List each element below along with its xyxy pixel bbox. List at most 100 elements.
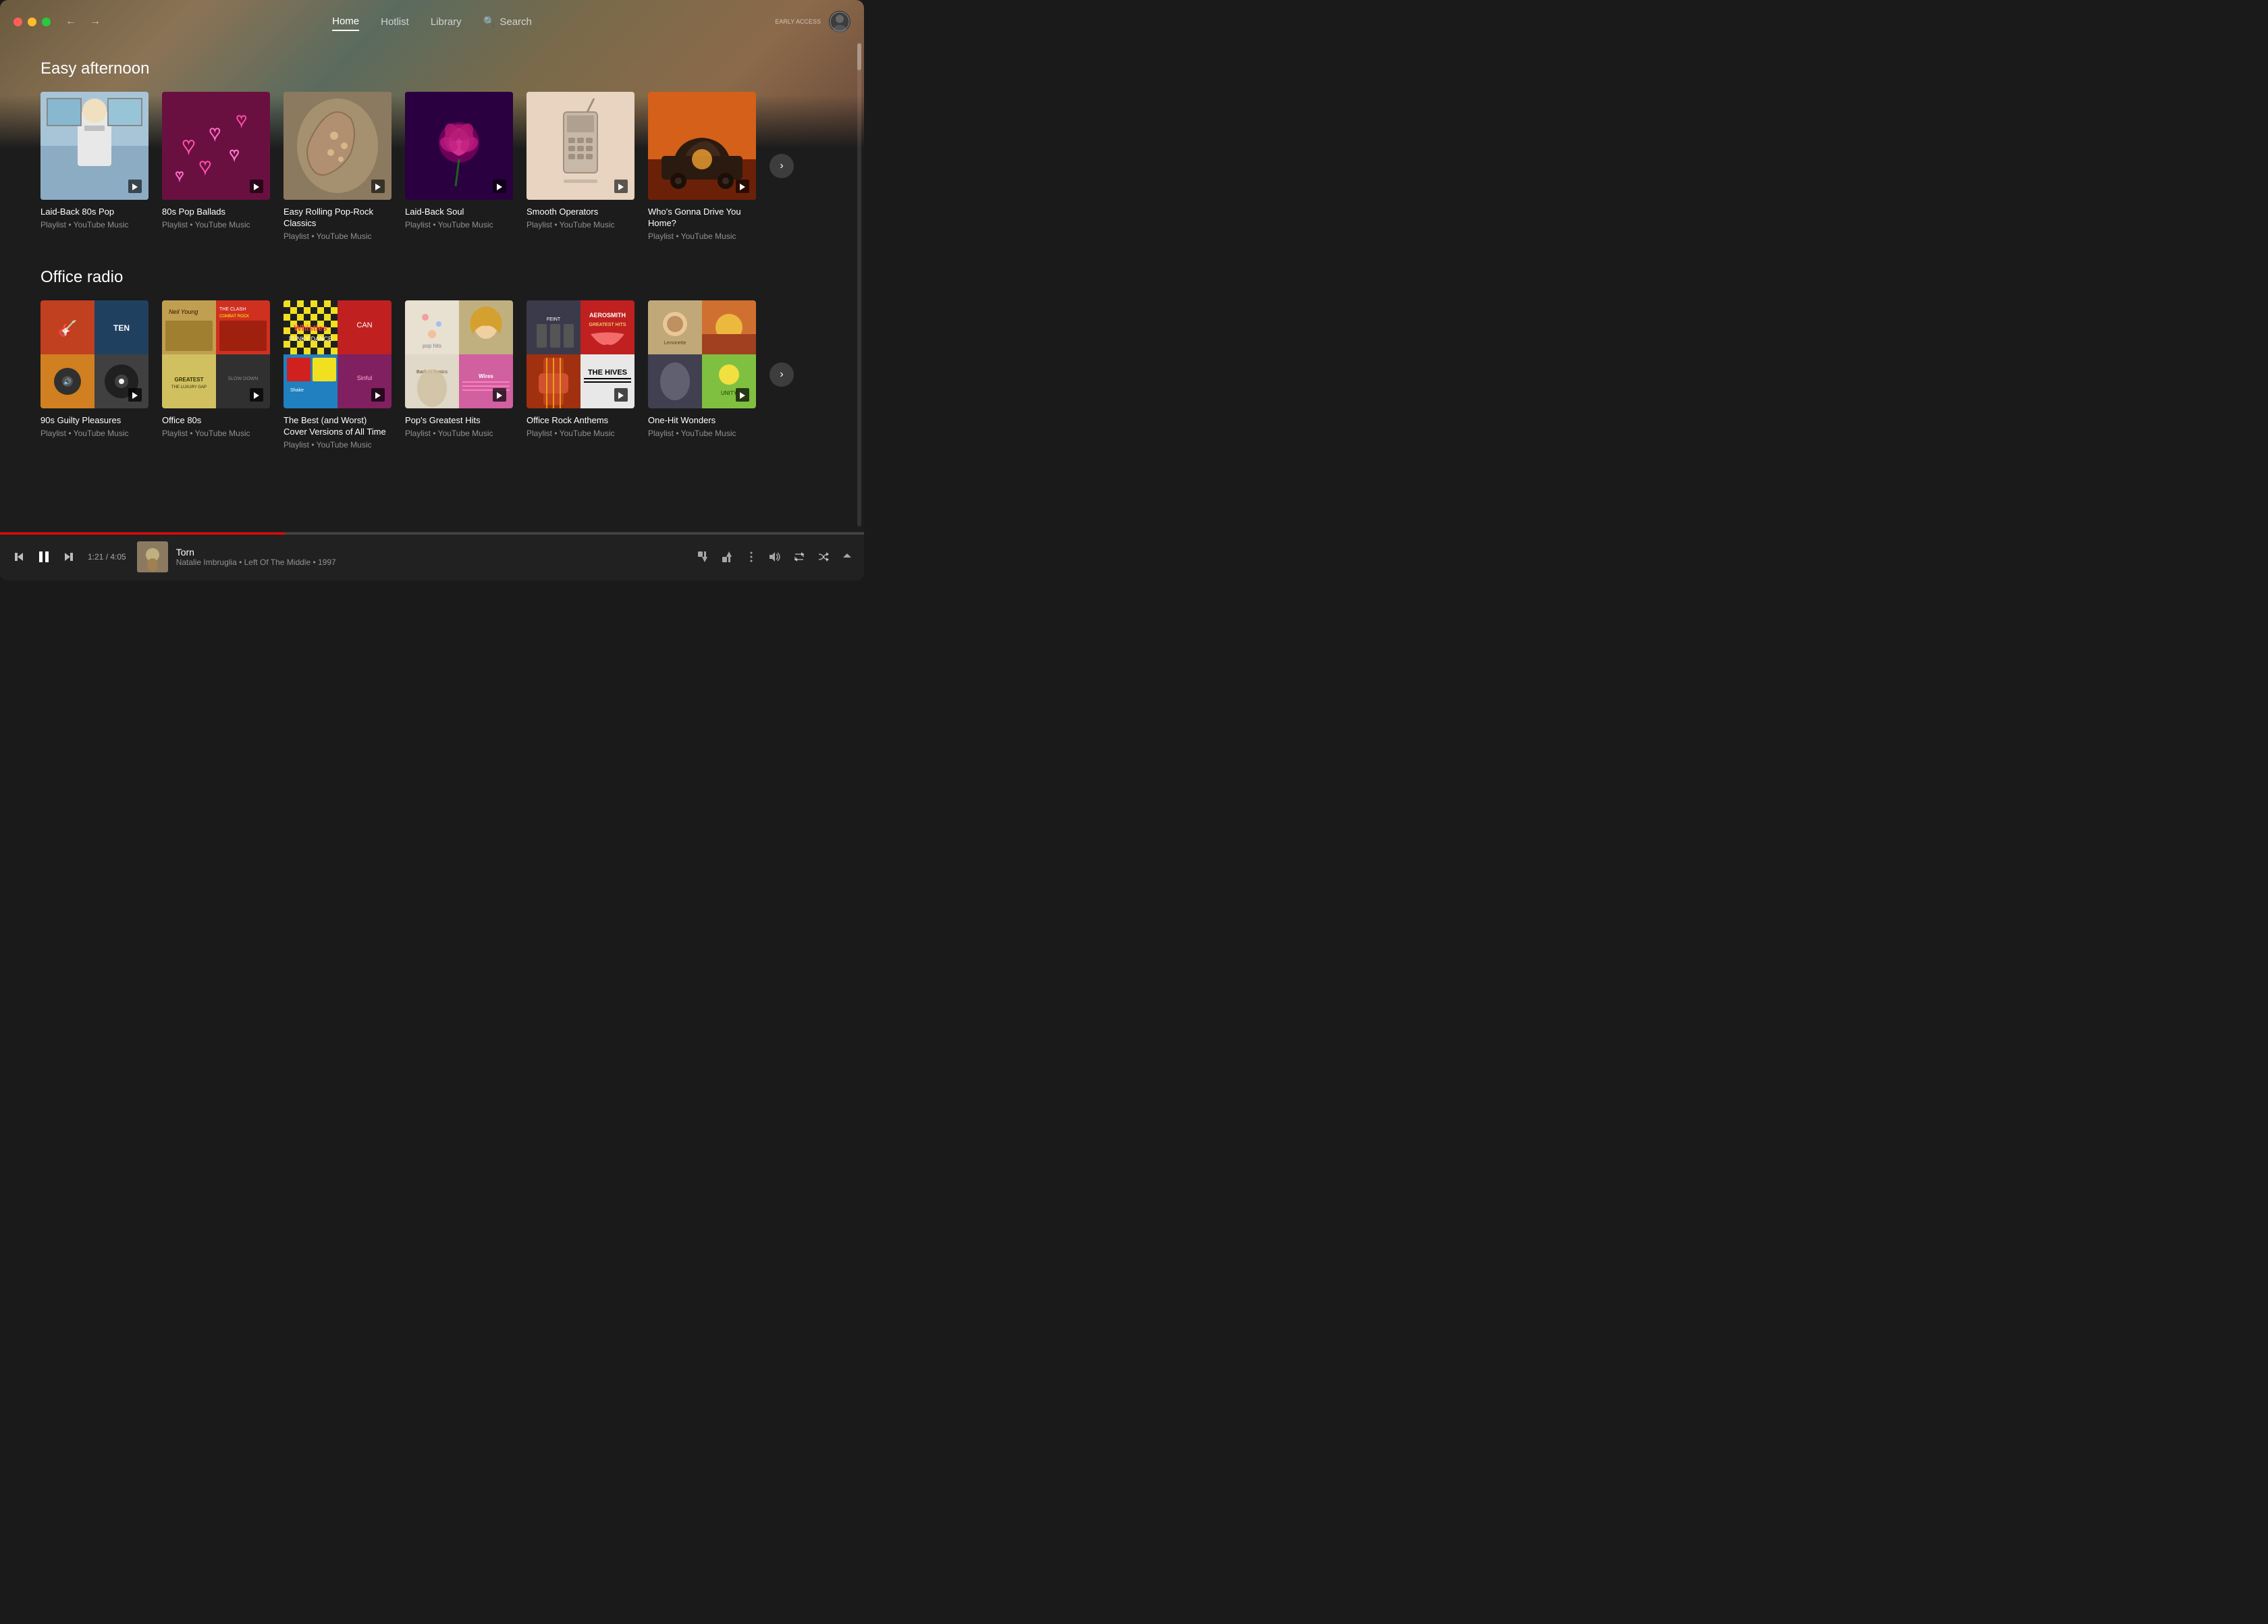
nav-search-area[interactable]: 🔍 Search [483, 16, 532, 28]
time-display: 1:21 / 4:05 [88, 552, 126, 562]
svg-text:FEINT: FEINT [547, 317, 561, 322]
player-actions [697, 550, 853, 564]
card-best-worst[interactable]: Whistles FUNKY DANCE CAN Shake [284, 300, 392, 450]
svg-text:♥: ♥ [230, 145, 239, 163]
card-title-pops-greatest: Pop's Greatest Hits [405, 415, 513, 427]
nav-arrows: ← → [61, 12, 105, 31]
easy-afternoon-header: Easy afternoon [40, 59, 824, 78]
svg-text:♥: ♥ [182, 133, 195, 157]
early-access-label: EARLY ACCESS [775, 18, 821, 25]
card-title-laid-back-80s-pop: Laid-Back 80s Pop [40, 207, 148, 218]
card-thumb-laid-back-80s-pop [40, 92, 148, 200]
volume-button[interactable] [768, 550, 782, 564]
card-title-laid-back-soul: Laid-Back Soul [405, 207, 513, 218]
easy-afternoon-cards: Laid-Back 80s Pop Playlist • YouTube Mus… [40, 92, 824, 241]
card-thumb-one-hit: Lemonette UNITY [648, 300, 756, 408]
card-thumb-best-worst: Whistles FUNKY DANCE CAN Shake [284, 300, 392, 408]
main-content: Easy afternoon [0, 43, 864, 532]
card-laid-back-80s-pop[interactable]: Laid-Back 80s Pop Playlist • YouTube Mus… [40, 92, 148, 229]
more-options-button[interactable] [745, 551, 757, 563]
card-thumb-80s-pop-ballads: ♥ ♥ ♥ ♥ ♥ ♥ ♥ ♥ [162, 92, 270, 200]
card-subtitle-whos-gonna: Playlist • YouTube Music [648, 232, 756, 241]
card-thumb-smooth-operators [526, 92, 634, 200]
track-details: Torn Natalie Imbruglia • Left Of The Mid… [176, 547, 336, 567]
close-button[interactable] [14, 18, 22, 26]
svg-text:♥: ♥ [236, 109, 246, 130]
expand-button[interactable] [841, 551, 853, 563]
card-title-80s-pop-ballads: 80s Pop Ballads [162, 207, 270, 218]
card-thumb-office-80s: Neil Young THE CLASH COMBAT ROCK GREATES… [162, 300, 270, 408]
user-avatar[interactable] [829, 11, 850, 32]
svg-text:♥: ♥ [176, 168, 184, 183]
card-smooth-operators[interactable]: Smooth Operators Playlist • YouTube Musi… [526, 92, 634, 229]
svg-text:SLOW DOWN: SLOW DOWN [228, 377, 259, 381]
office-radio-next-button[interactable]: › [770, 362, 794, 387]
card-title-office-rock: Office Rock Anthems [526, 415, 634, 427]
search-label[interactable]: Search [500, 16, 532, 28]
nav-hotlist[interactable]: Hotlist [381, 13, 409, 30]
play-pause-button[interactable] [34, 547, 54, 567]
easy-afternoon-next-button[interactable]: › [770, 154, 794, 178]
card-title-office-80s: Office 80s [162, 415, 270, 427]
track-info: Torn Natalie Imbruglia • Left Of The Mid… [137, 541, 686, 572]
card-90s-guilty[interactable]: 🎸 TEN hanson [40, 300, 148, 438]
nav-library[interactable]: Library [431, 13, 462, 30]
svg-text:Neil Young: Neil Young [169, 308, 198, 315]
svg-text:♥: ♥ [209, 122, 221, 143]
card-pops-greatest[interactable]: pop hits Back to Basics Wires [405, 300, 513, 438]
scrollbar[interactable] [857, 43, 861, 526]
shuffle-button[interactable] [817, 550, 830, 564]
next-track-button[interactable] [59, 548, 77, 566]
card-thumb-easy-rolling [284, 92, 392, 200]
track-meta: Natalie Imbruglia • Left Of The Middle •… [176, 558, 336, 567]
prev-track-button[interactable] [11, 548, 28, 566]
svg-text:UNITY: UNITY [721, 390, 738, 396]
card-office-rock[interactable]: FEINT AEROSMITH GREATEST HITS [526, 300, 634, 438]
svg-text:Sinful: Sinful [357, 375, 373, 381]
dislike-button[interactable] [697, 550, 710, 564]
like-button[interactable] [721, 550, 734, 564]
card-subtitle-laid-back-soul: Playlist • YouTube Music [405, 220, 513, 229]
progress-fill [0, 533, 285, 535]
traffic-lights [14, 18, 51, 26]
easy-afternoon-title: Easy afternoon [40, 59, 149, 78]
card-one-hit[interactable]: Lemonette UNITY [648, 300, 756, 438]
progress-bar[interactable] [0, 533, 864, 535]
maximize-button[interactable] [42, 18, 51, 26]
card-subtitle-smooth-operators: Playlist • YouTube Music [526, 220, 634, 229]
office-radio-section: Office radio 🎸 TEN [40, 268, 824, 450]
card-thumb-whos-gonna [648, 92, 756, 200]
scrollbar-thumb[interactable] [857, 43, 861, 70]
svg-text:GREATEST: GREATEST [175, 377, 204, 383]
back-button[interactable]: ← [61, 12, 80, 31]
card-80s-pop-ballads[interactable]: ♥ ♥ ♥ ♥ ♥ ♥ ♥ ♥ [162, 92, 270, 229]
svg-text:GREATEST HITS: GREATEST HITS [589, 323, 626, 327]
svg-text:Whistles: Whistles [294, 323, 327, 333]
card-whos-gonna[interactable]: Who's Gonna Drive You Home? Playlist • Y… [648, 92, 756, 241]
svg-text:Shake: Shake [290, 388, 304, 393]
office-radio-title: Office radio [40, 268, 123, 287]
svg-text:pop hits: pop hits [423, 343, 441, 349]
svg-text:🔊: 🔊 [63, 377, 72, 386]
repeat-button[interactable] [792, 550, 806, 564]
svg-text:THE CLASH: THE CLASH [219, 307, 246, 312]
card-subtitle-best-worst: Playlist • YouTube Music [284, 440, 392, 450]
card-subtitle-pops-greatest: Playlist • YouTube Music [405, 429, 513, 438]
forward-button[interactable]: → [86, 12, 105, 31]
card-laid-back-soul[interactable]: Laid-Back Soul Playlist • YouTube Music [405, 92, 513, 229]
card-subtitle-laid-back-80s-pop: Playlist • YouTube Music [40, 220, 148, 229]
svg-text:TEN: TEN [113, 323, 130, 333]
card-thumb-pops-greatest: pop hits Back to Basics Wires [405, 300, 513, 408]
card-thumb-90s-guilty: 🎸 TEN hanson [40, 300, 148, 408]
card-subtitle-90s-guilty: Playlist • YouTube Music [40, 429, 148, 438]
card-office-80s[interactable]: Neil Young THE CLASH COMBAT ROCK GREATES… [162, 300, 270, 438]
card-title-easy-rolling: Easy Rolling Pop-Rock Classics [284, 207, 392, 229]
svg-text:♥: ♥ [199, 155, 211, 178]
office-radio-header: Office radio [40, 268, 824, 287]
player-bar: 1:21 / 4:05 Torn Natalie Imbruglia • Lef… [0, 532, 864, 580]
player-controls [11, 547, 77, 567]
svg-text:THE HIVES: THE HIVES [588, 369, 627, 377]
card-easy-rolling[interactable]: Easy Rolling Pop-Rock Classics Playlist … [284, 92, 392, 241]
nav-home[interactable]: Home [332, 13, 359, 31]
minimize-button[interactable] [28, 18, 36, 26]
